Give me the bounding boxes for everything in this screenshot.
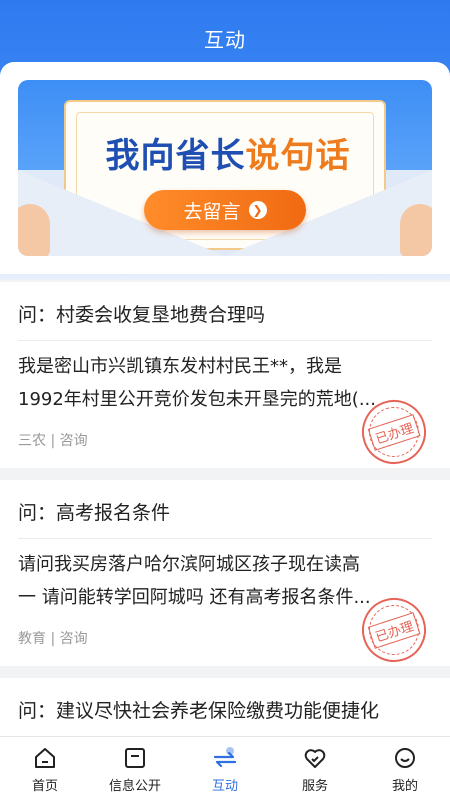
question-body-line: 请问我买房落户哈尔滨阿城区孩子现在读高: [18, 554, 360, 575]
hand-left-illustration: [18, 204, 50, 256]
governor-message-banner[interactable]: 我向省长说句话 去留言 ❯: [18, 80, 432, 256]
question-card[interactable]: 问：村委会收复垦地费合理吗 我是密山市兴凯镇东发村村民王**，我是 1992年村…: [0, 282, 450, 473]
tab-profile[interactable]: 我的: [360, 737, 450, 800]
profile-icon: [391, 745, 419, 771]
question-card[interactable]: 问：高考报名条件 请问我买房落户哈尔滨阿城区孩子现在读高 一 请问能转学回阿城吗…: [0, 480, 450, 671]
tab-interaction-label: 互动: [211, 779, 238, 794]
home-icon: [31, 745, 59, 771]
tab-profile-label: 我的: [391, 779, 418, 794]
question-meta: 三农 | 咨询: [18, 433, 88, 449]
question-body: 我是密山市兴凯镇东发村村民王**，我是 1992年村里公开竞价发包未开垦完的荒地…: [18, 350, 432, 416]
tab-service[interactable]: 服务: [270, 737, 360, 800]
chevron-right-icon: ❯: [248, 201, 267, 219]
tab-interaction[interactable]: 互动: [180, 737, 270, 800]
tab-info-label: 信息公开: [108, 779, 161, 794]
page-title: 互动: [204, 28, 246, 52]
tab-home-label: 首页: [31, 779, 58, 794]
info-icon: [121, 745, 149, 771]
question-title: 问：高考报名条件: [18, 502, 171, 524]
question-body-line: 我是密山市兴凯镇东发村村民王**，我是: [18, 356, 342, 377]
leave-message-button[interactable]: 去留言 ❯: [144, 190, 306, 230]
question-body: 请问我买房落户哈尔滨阿城区孩子现在读高 一 请问能转学回阿城吗 还有高考报名条件…: [18, 548, 432, 614]
leave-message-label: 去留言: [183, 200, 241, 223]
divider: [18, 340, 432, 341]
banner-title-part1: 我向省长: [105, 136, 246, 176]
tab-service-label: 服务: [301, 779, 328, 794]
interaction-icon: [211, 745, 239, 771]
divider: [18, 538, 432, 539]
question-title: 问：建议尽快社会养老保险缴费功能便捷化: [18, 700, 380, 722]
question-title: 问：村委会收复垦地费合理吗: [18, 304, 266, 326]
stamp-label: 已办理: [368, 611, 420, 649]
bottom-tab-bar: 首页 信息公开 互动 服务 我的: [0, 736, 450, 800]
banner-title-part2: 说句话: [245, 136, 351, 176]
stamp-label: 已办理: [368, 413, 420, 451]
tab-home[interactable]: 首页: [0, 737, 90, 800]
question-card[interactable]: 问：建议尽快社会养老保险缴费功能便捷化: [0, 678, 450, 736]
heart-service-icon: [301, 745, 329, 771]
banner-title: 我向省长说句话: [88, 128, 368, 177]
hand-right-illustration: [400, 204, 432, 256]
question-meta: 教育 | 咨询: [18, 631, 88, 647]
tab-info[interactable]: 信息公开: [90, 737, 180, 800]
